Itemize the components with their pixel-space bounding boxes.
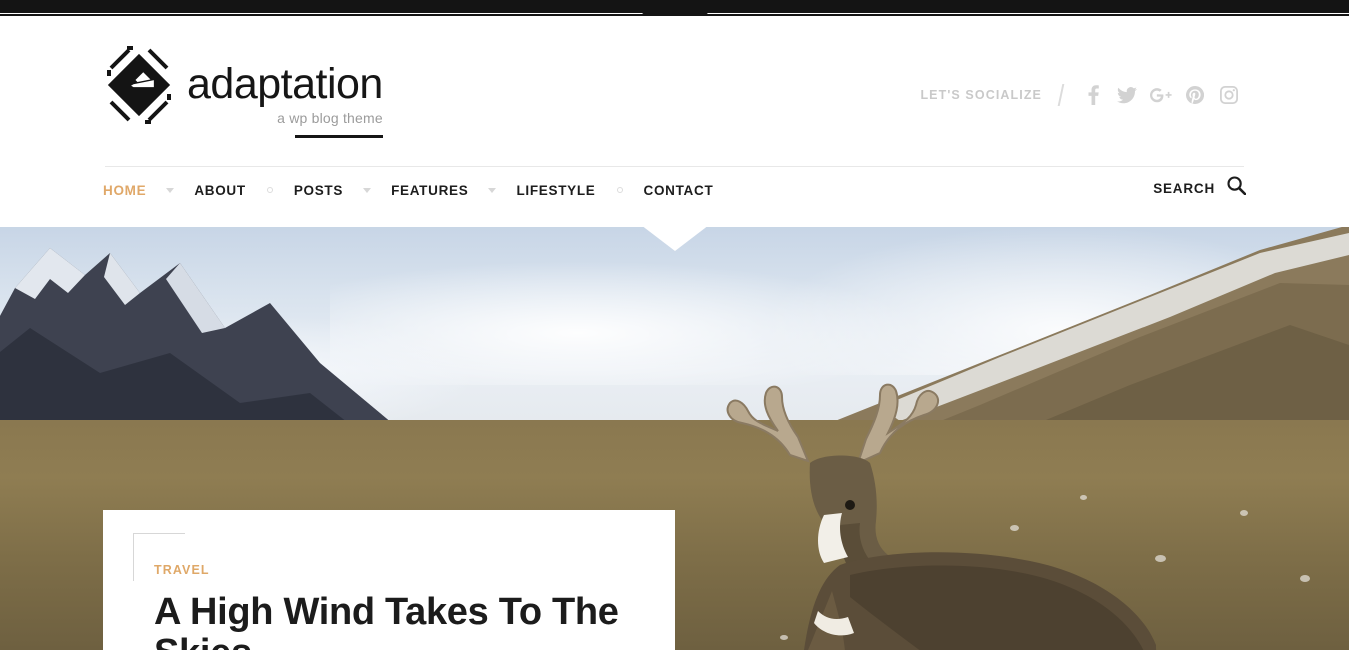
search-toggle[interactable]: SEARCH: [1153, 176, 1247, 200]
facebook-icon[interactable]: [1076, 82, 1110, 108]
brand-name: adaptation: [187, 60, 383, 108]
nav-item-home[interactable]: HOME: [103, 183, 146, 198]
instagram-icon[interactable]: [1212, 82, 1246, 108]
pinterest-icon[interactable]: [1178, 82, 1212, 108]
diamond-pencil-logo-icon: [103, 42, 175, 128]
hero-notch-icon: [641, 225, 709, 251]
hero-slider: TRAVEL A High Wind Takes To The Skies He…: [0, 225, 1349, 650]
brand-tagline: a wp blog theme: [277, 110, 383, 126]
brand-underline: [294, 135, 383, 138]
nav-item-posts[interactable]: POSTS: [294, 183, 343, 198]
nav-dot-lifestyle: [596, 187, 644, 193]
nav-caret-posts: [343, 187, 391, 193]
socialize-divider: [1057, 84, 1065, 106]
social-links: LET'S SOCIALIZE: [920, 82, 1246, 108]
nav-caret-home: [146, 187, 194, 193]
post-category[interactable]: TRAVEL: [154, 563, 635, 577]
nav-dot-about: [246, 187, 294, 193]
nav-item-lifestyle[interactable]: LIFESTYLE: [516, 183, 595, 198]
stag-illustration: [726, 383, 1157, 650]
post-title[interactable]: A High Wind Takes To The Skies: [154, 592, 634, 650]
twitter-icon[interactable]: [1110, 82, 1144, 108]
search-label: SEARCH: [1153, 180, 1215, 196]
search-icon[interactable]: [1227, 176, 1247, 200]
nav-list: HOME ABOUT POSTS FEATURES LIFESTYLE CONT…: [103, 168, 713, 212]
socialize-label: LET'S SOCIALIZE: [920, 88, 1042, 102]
site-header: adaptation a wp blog theme LET'S SOCIALI…: [0, 16, 1349, 167]
nav-item-contact[interactable]: CONTACT: [644, 183, 714, 198]
nav-item-features[interactable]: FEATURES: [391, 183, 468, 198]
site-brand[interactable]: adaptation a wp blog theme: [103, 42, 383, 138]
nav-caret-features: [468, 187, 516, 193]
hero-slide-card: TRAVEL A High Wind Takes To The Skies He…: [103, 510, 675, 650]
main-navigation: HOME ABOUT POSTS FEATURES LIFESTYLE CONT…: [0, 168, 1349, 224]
top-black-bar: [0, 0, 1349, 13]
google-plus-icon[interactable]: [1144, 82, 1178, 108]
nav-item-about[interactable]: ABOUT: [194, 183, 246, 198]
header-divider: [105, 166, 1244, 167]
